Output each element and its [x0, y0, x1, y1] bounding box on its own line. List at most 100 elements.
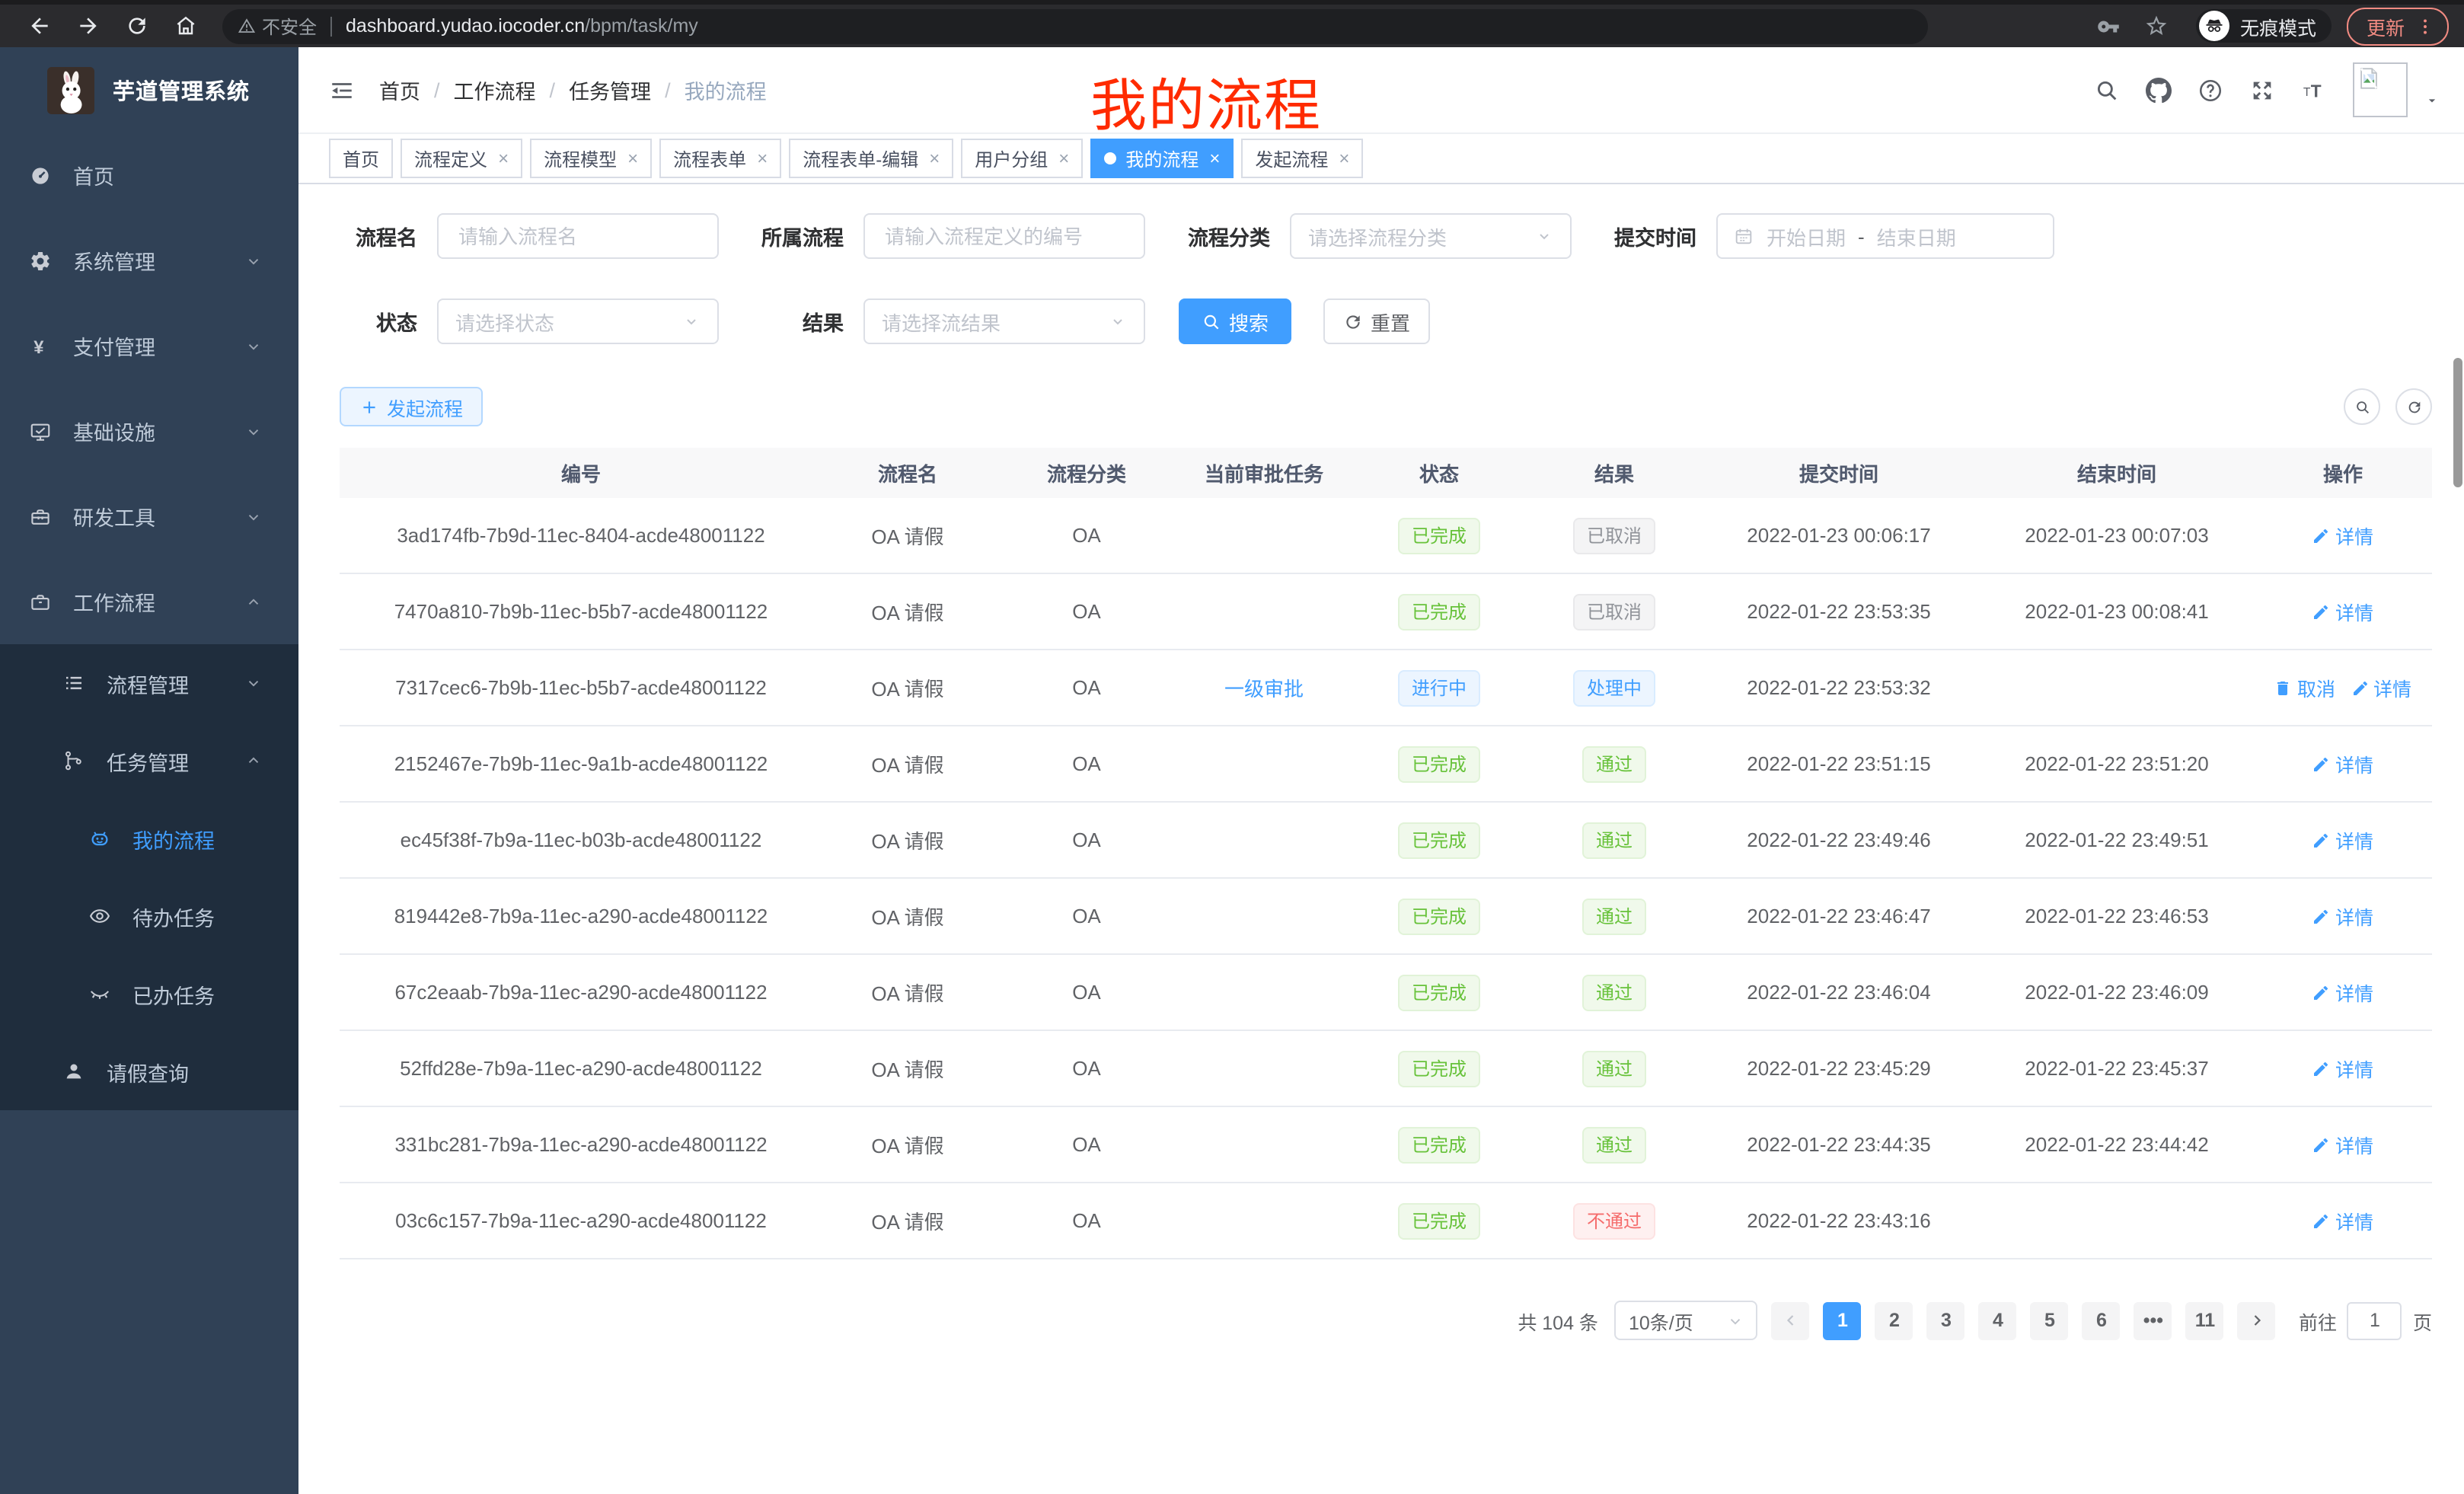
filter-name-input[interactable] — [437, 213, 719, 259]
chevron-down-icon — [245, 675, 262, 691]
table-row: 331bc281-7b9a-11ec-a290-acde48001122OA 请… — [340, 1107, 2432, 1183]
sidebar-item-支付管理[interactable]: ¥支付管理 — [0, 303, 298, 388]
sidebar-item-流程管理[interactable]: 流程管理 — [0, 644, 298, 722]
page-button-3[interactable]: 3 — [1927, 1301, 1965, 1339]
page-button-11[interactable]: 11 — [2186, 1301, 2224, 1339]
url-text[interactable]: dashboard.yudao.iocoder.cn/bpm/task/my — [346, 15, 698, 37]
edit-icon — [2312, 983, 2331, 1001]
close-icon[interactable]: × — [1209, 149, 1220, 168]
breadcrumb-home[interactable]: 首页 — [379, 75, 420, 105]
breadcrumb-task[interactable]: 任务管理 — [569, 75, 651, 105]
detail-link[interactable]: 详情 — [2312, 1054, 2373, 1083]
search-button[interactable]: 搜索 — [1179, 298, 1291, 344]
tab-发起流程[interactable]: 发起流程× — [1241, 139, 1363, 178]
sidebar-item-我的流程[interactable]: 我的流程 — [0, 800, 298, 877]
forward-icon[interactable] — [76, 14, 101, 38]
kebab-menu-icon[interactable] — [2415, 16, 2435, 36]
cell-submit-time: 2022-01-22 23:51:15 — [1698, 752, 1980, 775]
sidebar-item-系统管理[interactable]: 系统管理 — [0, 218, 298, 303]
close-icon[interactable]: × — [498, 149, 509, 168]
create-process-button[interactable]: 发起流程 — [340, 387, 483, 426]
page-button-4[interactable]: 4 — [1979, 1301, 2017, 1339]
tab-我的流程[interactable]: 我的流程× — [1090, 139, 1234, 178]
refresh-table-button[interactable] — [2395, 388, 2432, 425]
detail-link[interactable]: 详情 — [2351, 673, 2411, 702]
goto-page-input[interactable] — [2348, 1301, 2402, 1339]
detail-link[interactable]: 详情 — [2312, 978, 2373, 1007]
tab-流程定义[interactable]: 流程定义× — [401, 139, 522, 178]
sidebar-item-待办任务[interactable]: 待办任务 — [0, 877, 298, 955]
filter-result-select[interactable]: 请选择流结果 — [863, 298, 1145, 344]
date-end-placeholder: 结束日期 — [1877, 222, 1956, 251]
filter-category-select[interactable]: 请选择流程分类 — [1290, 213, 1572, 259]
filter-status-label: 状态 — [340, 306, 417, 337]
scrollbar-thumb[interactable] — [2453, 358, 2462, 487]
sidebar-item-已办任务[interactable]: 已办任务 — [0, 955, 298, 1033]
close-icon[interactable]: × — [1339, 149, 1349, 168]
detail-link[interactable]: 详情 — [2312, 1206, 2373, 1235]
menu-fold-icon[interactable] — [329, 77, 355, 103]
back-icon[interactable] — [27, 14, 52, 38]
detail-link[interactable]: 详情 — [2312, 825, 2373, 854]
update-button[interactable]: 更新 — [2347, 7, 2449, 45]
page-button-1[interactable]: 1 — [1824, 1301, 1862, 1339]
font-size-icon[interactable]: TT — [2301, 77, 2327, 103]
tab-首页[interactable]: 首页 — [329, 139, 393, 178]
sidebar-item-工作流程[interactable]: 工作流程 — [0, 559, 298, 644]
avatar[interactable] — [2353, 62, 2408, 117]
address-bar[interactable]: 不安全 dashboard.yudao.iocoder.cn/bpm/task/… — [222, 8, 1928, 43]
filter-definition-field[interactable] — [882, 223, 1127, 249]
app-logo[interactable]: 芋道管理系统 — [0, 47, 298, 132]
sidebar-item-任务管理[interactable]: 任务管理 — [0, 722, 298, 800]
filter-name-field[interactable] — [455, 223, 701, 249]
filter-definition-input[interactable] — [863, 213, 1145, 259]
tab-流程表单[interactable]: 流程表单× — [659, 139, 781, 178]
security-status[interactable]: 不安全 — [238, 13, 317, 39]
fullscreen-icon[interactable] — [2249, 77, 2275, 103]
close-icon[interactable]: × — [1058, 149, 1069, 168]
key-icon[interactable] — [2097, 14, 2120, 37]
detail-link[interactable]: 详情 — [2312, 1130, 2373, 1159]
status-badge: 已完成 — [1398, 745, 1480, 782]
detail-link[interactable]: 详情 — [2312, 902, 2373, 931]
next-page-button[interactable] — [2238, 1301, 2276, 1339]
page-button-6[interactable]: 6 — [2083, 1301, 2121, 1339]
sidebar-item-研发工具[interactable]: 研发工具 — [0, 474, 298, 559]
close-icon[interactable]: × — [627, 149, 638, 168]
current-task-link[interactable]: 一级审批 — [1224, 673, 1304, 702]
page-button-2[interactable]: 2 — [1875, 1301, 1913, 1339]
cancel-label: 取消 — [2297, 673, 2335, 702]
sidebar-item-基础设施[interactable]: 基础设施 — [0, 388, 298, 474]
help-icon[interactable] — [2197, 77, 2223, 103]
prev-page-button[interactable] — [1772, 1301, 1810, 1339]
sidebar-item-首页[interactable]: 首页 — [0, 132, 298, 218]
home-icon[interactable] — [174, 14, 198, 38]
page-size-select[interactable]: 10条/页 — [1615, 1301, 1758, 1340]
filter-status-select[interactable]: 请选择状态 — [437, 298, 719, 344]
tab-流程模型[interactable]: 流程模型× — [530, 139, 652, 178]
close-icon[interactable]: × — [757, 149, 768, 168]
detail-link[interactable]: 详情 — [2312, 597, 2373, 626]
detail-link[interactable]: 详情 — [2312, 749, 2373, 778]
search-icon[interactable] — [2094, 77, 2120, 103]
tab-用户分组[interactable]: 用户分组× — [961, 139, 1083, 178]
detail-link[interactable]: 详情 — [2312, 521, 2373, 550]
close-icon[interactable]: × — [929, 149, 940, 168]
reset-button[interactable]: 重置 — [1323, 298, 1430, 344]
caret-down-icon[interactable] — [2424, 93, 2440, 108]
more-pages-button[interactable]: ••• — [2134, 1301, 2172, 1339]
tab-流程表单-编辑[interactable]: 流程表单-编辑× — [789, 139, 953, 178]
cell-current-task: 一级审批 — [1180, 673, 1348, 702]
breadcrumb-workflow[interactable]: 工作流程 — [454, 75, 536, 105]
cell-actions: 详情 — [2254, 597, 2432, 626]
sidebar-item-请假查询[interactable]: 请假查询 — [0, 1033, 298, 1110]
page-button-5[interactable]: 5 — [2031, 1301, 2069, 1339]
result-badge: 通过 — [1582, 974, 1646, 1010]
reload-icon[interactable] — [125, 14, 149, 38]
bookmark-star-icon[interactable] — [2144, 14, 2169, 38]
github-icon[interactable] — [2146, 77, 2172, 103]
filter-time-range[interactable]: 开始日期 - 结束日期 — [1716, 213, 2054, 259]
refresh-icon — [1343, 311, 1363, 331]
toggle-search-button[interactable] — [2344, 388, 2380, 425]
cancel-link[interactable]: 取消 — [2274, 673, 2335, 702]
